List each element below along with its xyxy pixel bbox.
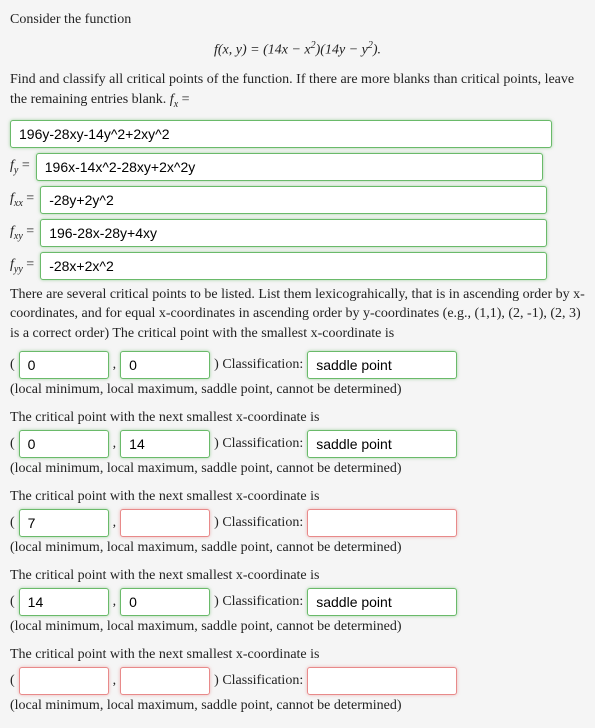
rparen-class: ) Classification: <box>214 357 303 373</box>
rparen-class: ) Classification: <box>214 436 303 452</box>
rparen-class: ) Classification: <box>214 515 303 531</box>
comma: , <box>113 515 117 531</box>
hint-4: (local minimum, local maximum, saddle po… <box>10 619 585 635</box>
rparen-class: ) Classification: <box>214 594 303 610</box>
lparen: ( <box>10 357 15 373</box>
lparen: ( <box>10 515 15 531</box>
fx-input[interactable] <box>10 120 552 148</box>
y-input-1[interactable] <box>120 351 210 379</box>
next-prompt-3: The critical point with the next smalles… <box>10 489 585 505</box>
instructions: Find and classify all critical points of… <box>10 70 585 111</box>
point-row-3: ( , ) Classification: <box>10 509 585 537</box>
lparen: ( <box>10 673 15 689</box>
intro-text: Consider the function <box>10 10 585 30</box>
x-input-4[interactable] <box>19 588 109 616</box>
class-input-3[interactable] <box>307 509 457 537</box>
comma: , <box>113 594 117 610</box>
comma: , <box>113 436 117 452</box>
point-row-5: ( , ) Classification: <box>10 667 585 695</box>
fxx-input[interactable] <box>40 186 547 214</box>
equation: f(x, y) = (14x − x2)(14y − y2). <box>10 40 585 59</box>
fy-label: fy = <box>10 158 30 176</box>
next-prompt-4: The critical point with the next smalles… <box>10 568 585 584</box>
find-text: Find and classify all critical points of… <box>10 72 574 107</box>
x-input-5[interactable] <box>19 667 109 695</box>
fxx-label: fxx = <box>10 191 34 209</box>
class-input-5[interactable] <box>307 667 457 695</box>
fxy-label: fxy = <box>10 224 34 242</box>
comma: , <box>113 673 117 689</box>
y-input-3[interactable] <box>120 509 210 537</box>
lparen: ( <box>10 436 15 452</box>
rparen-class: ) Classification: <box>214 673 303 689</box>
x-input-2[interactable] <box>19 430 109 458</box>
hint-3: (local minimum, local maximum, saddle po… <box>10 540 585 556</box>
lparen: ( <box>10 594 15 610</box>
point-row-1: ( , ) Classification: <box>10 351 585 379</box>
next-prompt-2: The critical point with the next smalles… <box>10 410 585 426</box>
fxy-input[interactable] <box>40 219 547 247</box>
point-row-2: ( , ) Classification: <box>10 430 585 458</box>
fyy-label: fyy = <box>10 257 34 275</box>
x-input-3[interactable] <box>19 509 109 537</box>
list-instructions: There are several critical points to be … <box>10 285 585 344</box>
next-prompt-5: The critical point with the next smalles… <box>10 647 585 663</box>
y-input-2[interactable] <box>120 430 210 458</box>
class-input-1[interactable] <box>307 351 457 379</box>
x-input-1[interactable] <box>19 351 109 379</box>
comma: , <box>113 357 117 373</box>
point-row-4: ( , ) Classification: <box>10 588 585 616</box>
class-input-2[interactable] <box>307 430 457 458</box>
class-input-4[interactable] <box>307 588 457 616</box>
hint-5: (local minimum, local maximum, saddle po… <box>10 698 585 714</box>
hint-2: (local minimum, local maximum, saddle po… <box>10 461 585 477</box>
hint-1: (local minimum, local maximum, saddle po… <box>10 382 585 398</box>
fy-input[interactable] <box>36 153 543 181</box>
y-input-4[interactable] <box>120 588 210 616</box>
y-input-5[interactable] <box>120 667 210 695</box>
fyy-input[interactable] <box>40 252 547 280</box>
